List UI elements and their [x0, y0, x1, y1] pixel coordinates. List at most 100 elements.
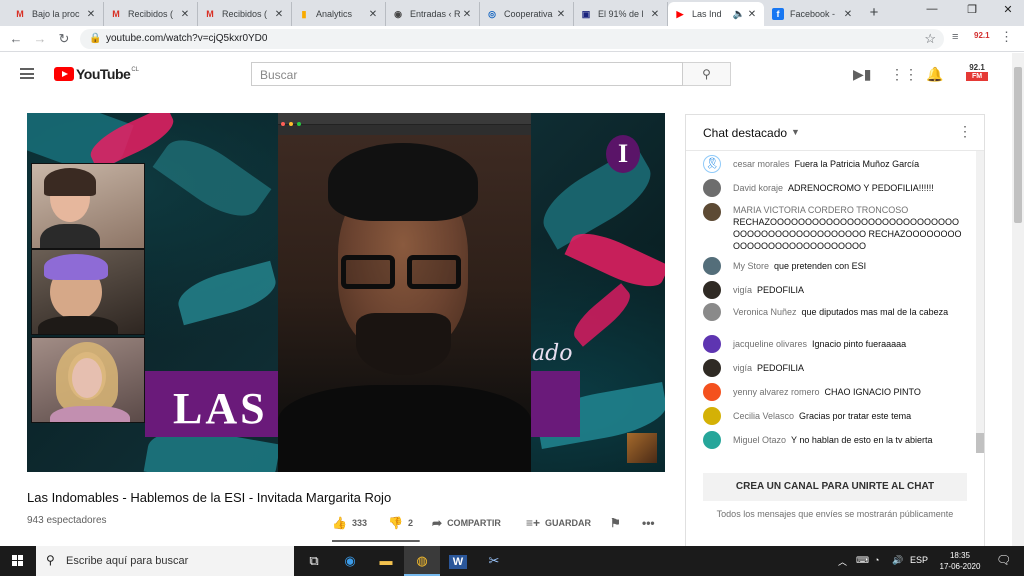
file-explorer-icon[interactable]: ▬: [368, 546, 404, 576]
bookmark-star-icon[interactable]: ☆: [924, 31, 936, 47]
chat-text: Gracias por tratar este tema: [799, 411, 912, 421]
radio-extension-icon[interactable]: 92.1: [974, 31, 990, 40]
address-bar[interactable]: 🔒 youtube.com/watch?v=cjQ5kxr0YD0 ☆: [80, 29, 944, 49]
page-scrollbar[interactable]: [1012, 53, 1024, 546]
chevron-down-icon[interactable]: ▼: [791, 127, 800, 137]
create-channel-button[interactable]: CREA UN CANAL PARA UNIRTE AL CHAT: [703, 473, 967, 501]
new-tab-button[interactable]: +: [866, 4, 882, 21]
keyboard-icon[interactable]: ⌨: [856, 555, 869, 566]
close-icon[interactable]: ✕: [746, 9, 758, 20]
search-button[interactable]: ⚲: [683, 62, 731, 86]
avatar[interactable]: [703, 179, 721, 197]
avatar[interactable]: [703, 257, 721, 275]
tab-title: Recibidos (: [222, 9, 268, 19]
more-options-icon[interactable]: ⋮: [958, 123, 972, 140]
reload-icon[interactable]: ↻: [56, 31, 72, 47]
forward-icon[interactable]: →: [32, 31, 48, 46]
speaker-icon[interactable]: 🔈: [732, 9, 746, 20]
dislike-button[interactable]: 👎 2: [388, 516, 413, 530]
taskbar-search-input[interactable]: ⚲ Escribe aquí para buscar: [36, 546, 294, 576]
like-button[interactable]: 👍 333: [332, 516, 367, 530]
browser-tab[interactable]: M Recibidos ( ✕: [104, 2, 198, 26]
avatar[interactable]: 92.1 FM: [966, 63, 988, 85]
snipping-tool-icon[interactable]: ✂: [476, 546, 512, 576]
chat-author[interactable]: MARIA VICTORIA CORDERO TRONCOSO: [733, 204, 958, 216]
show-hidden-icons-icon[interactable]: ︿: [838, 555, 847, 568]
share-button[interactable]: ➦ COMPARTIR: [432, 516, 501, 530]
chat-mode-dropdown[interactable]: Chat destacado: [703, 126, 787, 140]
window-close-icon[interactable]: ✕: [998, 3, 1018, 16]
close-icon[interactable]: ✕: [367, 9, 379, 20]
back-icon[interactable]: ←: [8, 31, 24, 46]
chat-text: ADRENOCROMO Y PEDOFILIA!!!!!!: [788, 183, 934, 193]
video-player[interactable]: LAS IN S I ado: [27, 113, 665, 472]
search-input[interactable]: Buscar: [251, 62, 683, 86]
avatar[interactable]: [703, 303, 721, 321]
chat-author[interactable]: vigía: [733, 285, 752, 295]
chrome-icon[interactable]: ◍: [404, 546, 440, 576]
participant-camera: [31, 163, 145, 249]
cursive-text: ado: [532, 341, 573, 366]
create-video-icon[interactable]: ▶▮: [853, 66, 871, 83]
close-icon[interactable]: ✕: [649, 9, 661, 20]
report-button[interactable]: ⚑: [610, 516, 626, 530]
avatar[interactable]: [703, 383, 721, 401]
browser-tab[interactable]: ◉ Entradas ‹ R ✕: [386, 2, 480, 26]
minimize-icon[interactable]: —: [922, 3, 942, 15]
chat-author[interactable]: Miguel Otazo: [733, 435, 786, 445]
avatar[interactable]: [703, 407, 721, 425]
browser-tab[interactable]: f Facebook - ✕: [766, 2, 860, 26]
avatar[interactable]: [703, 359, 721, 377]
chat-author[interactable]: My Store: [733, 261, 769, 271]
avatar[interactable]: [703, 431, 721, 449]
close-icon[interactable]: ✕: [461, 9, 473, 20]
avatar[interactable]: 🎗: [703, 155, 721, 173]
chat-author[interactable]: Veronica Nuñez: [733, 307, 797, 317]
save-button[interactable]: ≡+ GUARDAR: [526, 516, 591, 530]
youtube-icon: ▶: [676, 8, 684, 19]
task-view-icon[interactable]: ⧉: [296, 546, 332, 576]
youtube-logo[interactable]: YouTube CL: [54, 66, 139, 82]
browser-tab[interactable]: ▣ El 91% de l ✕: [574, 2, 668, 26]
chat-text: CHAO IGNACIO PINTO: [824, 387, 921, 397]
chat-scrollbar[interactable]: [976, 151, 984, 453]
close-icon[interactable]: ✕: [842, 9, 854, 20]
chat-public-notice: Todos los mensajes que envíes se mostrar…: [716, 509, 954, 519]
close-icon[interactable]: ✕: [85, 9, 97, 20]
system-clock[interactable]: 18:35 17-06-2020: [934, 550, 986, 572]
hamburger-menu-icon[interactable]: [20, 68, 34, 79]
browser-menu-icon[interactable]: ⋮: [1000, 29, 1013, 45]
apps-grid-icon[interactable]: ⋮⋮: [890, 66, 918, 83]
language-indicator[interactable]: ESP: [910, 555, 928, 565]
notifications-icon[interactable]: 🗨: [996, 553, 1011, 567]
close-icon[interactable]: ✕: [555, 9, 567, 20]
chat-author[interactable]: yenny alvarez romero: [733, 387, 820, 397]
chat-author[interactable]: vigía: [733, 363, 752, 373]
avatar[interactable]: [703, 335, 721, 353]
close-icon[interactable]: ✕: [179, 9, 191, 20]
browser-tab[interactable]: ◎ Cooperativa ✕: [480, 2, 574, 26]
browser-tab[interactable]: M Recibidos ( ✕: [198, 2, 292, 26]
leaf-decoration: [173, 260, 281, 326]
notifications-bell-icon[interactable]: 🔔: [926, 66, 943, 83]
windows-start-icon[interactable]: [12, 555, 24, 567]
chat-author[interactable]: cesar morales: [733, 159, 790, 169]
avatar[interactable]: [703, 281, 721, 299]
chat-author[interactable]: David koraje: [733, 183, 783, 193]
browser-tab[interactable]: ▮ Analytics ✕: [292, 2, 386, 26]
more-actions-button[interactable]: •••: [642, 516, 660, 530]
country-code: CL: [131, 67, 139, 73]
word-icon[interactable]: W: [440, 546, 476, 576]
chat-author[interactable]: jacqueline olivares: [733, 339, 807, 349]
queue-extension-icon[interactable]: ≡: [952, 31, 958, 43]
gmail-icon: M: [16, 9, 24, 19]
volume-icon[interactable]: 🔊: [892, 555, 903, 566]
browser-tab[interactable]: M Bajo la proc ✕: [8, 2, 104, 26]
close-icon[interactable]: ✕: [273, 9, 285, 20]
browser-tab-active[interactable]: ▶ Las Ind 🔈 ✕: [668, 2, 764, 26]
avatar[interactable]: [703, 203, 721, 221]
wifi-icon[interactable]: ◔: [874, 555, 879, 565]
edge-browser-icon[interactable]: ◉: [332, 546, 368, 576]
chat-author[interactable]: Cecilia Velasco: [733, 411, 794, 421]
restore-icon[interactable]: ❐: [962, 3, 982, 16]
